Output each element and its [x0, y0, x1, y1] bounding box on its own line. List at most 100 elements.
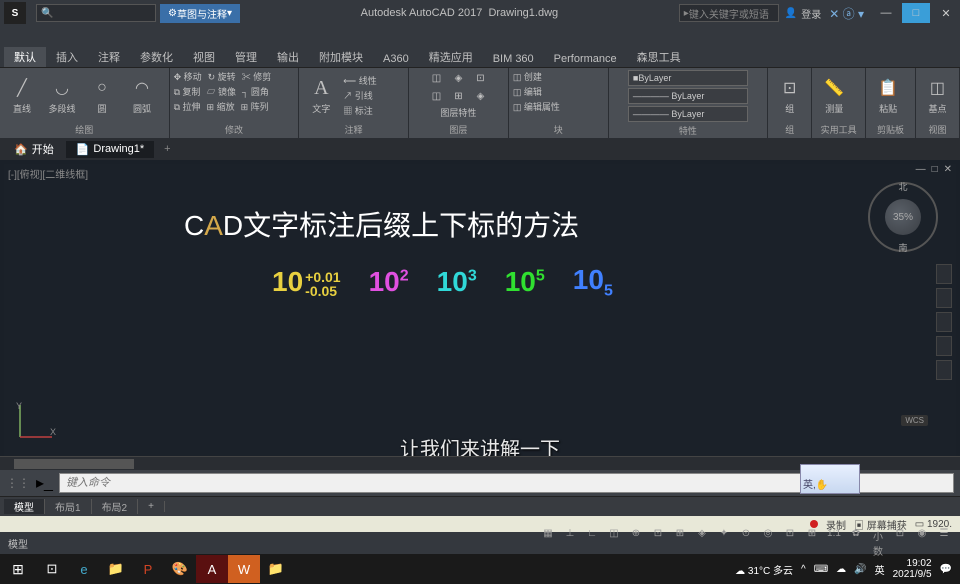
ribbon-tab[interactable]: 视图: [183, 47, 225, 67]
ribbon-tab[interactable]: 参数化: [130, 47, 183, 67]
arc-tool[interactable]: ◠圆弧: [124, 74, 160, 118]
status-toggle[interactable]: ✦: [716, 528, 732, 558]
task-view-icon[interactable]: ⊡: [36, 555, 68, 583]
volume-icon[interactable]: 🔊: [854, 564, 866, 575]
status-toggle[interactable]: ◈: [694, 528, 710, 558]
ribbon-tab[interactable]: 插入: [46, 47, 88, 67]
status-toggle[interactable]: ⊥: [562, 528, 578, 558]
status-icons[interactable]: ▦⊥∟◫⊕⊡⊞◈✦⊙◎⊡⊞1:1✿小数⊡◉☰: [540, 528, 960, 558]
layer-prop-button[interactable]: 图层特性: [440, 106, 476, 119]
ribbon-tab[interactable]: 输出: [267, 47, 309, 67]
polyline-tool[interactable]: ◡多段线: [44, 74, 80, 118]
ppt-icon[interactable]: P: [132, 555, 164, 583]
fillet-tool[interactable]: ┐ 圆角: [242, 85, 269, 98]
status-toggle[interactable]: ✿: [848, 528, 864, 558]
mirror-tool[interactable]: ▱ 镜像: [207, 85, 237, 98]
array-tool[interactable]: ⊞ 阵列: [241, 100, 269, 113]
circle-tool[interactable]: ○圆: [84, 74, 120, 118]
status-toggle[interactable]: ⊡: [892, 528, 908, 558]
status-toggle[interactable]: ∟: [584, 528, 600, 558]
help-search-input[interactable]: ▸ 键入关键字或短语: [679, 4, 779, 22]
close-button[interactable]: ✕: [932, 3, 960, 23]
add-layout-button[interactable]: +: [138, 501, 165, 512]
app-logo-icon[interactable]: S: [4, 2, 26, 24]
layout1-tab[interactable]: 布局1: [45, 499, 92, 514]
new-tab-button[interactable]: +: [156, 143, 178, 155]
workspace-dropdown[interactable]: ⚙ 草图与注释 ▾: [160, 4, 240, 23]
status-toggle[interactable]: ⊙: [738, 528, 754, 558]
maximize-button[interactable]: □: [902, 3, 930, 23]
cmd-handle-icon[interactable]: ⋮⋮: [6, 476, 30, 490]
minimize-button[interactable]: —: [872, 3, 900, 23]
color-dropdown[interactable]: ■ ByLayer: [628, 70, 748, 86]
ribbon-tab[interactable]: 森思工具: [627, 47, 691, 67]
autocad-icon[interactable]: A: [196, 555, 228, 583]
status-toggle[interactable]: ⊞: [804, 528, 820, 558]
block-create[interactable]: ◫ 创建: [513, 70, 542, 83]
start-button[interactable]: ⊞: [0, 554, 36, 584]
text-tool[interactable]: A文字: [303, 74, 339, 118]
scale-tool[interactable]: ⊞ 缩放: [207, 100, 235, 113]
weather-widget[interactable]: ☁ 31°C 多云: [735, 562, 793, 577]
viewport-label[interactable]: [-][俯视][二维线框]: [8, 166, 88, 181]
lineweight-dropdown[interactable]: ———— ByLayer: [628, 106, 748, 122]
copy-tool[interactable]: ⧉ 复制: [174, 85, 201, 98]
measure-tool[interactable]: 📏测量: [816, 74, 852, 118]
move-tool[interactable]: ✥ 移动: [174, 70, 202, 83]
quick-access-search[interactable]: 🔍: [36, 4, 156, 22]
status-toggle[interactable]: ▦: [540, 528, 556, 558]
ribbon-tab[interactable]: A360: [373, 51, 419, 67]
clock[interactable]: 19:022021/9/5: [893, 558, 932, 580]
tray-up-icon[interactable]: ^: [801, 564, 806, 575]
status-toggle[interactable]: ◉: [914, 528, 930, 558]
ime-indicator[interactable]: 英, ✋: [800, 464, 860, 494]
table-tool[interactable]: ▦ 标注: [343, 104, 376, 117]
stretch-tool[interactable]: ⧉ 拉伸: [174, 100, 201, 113]
block-attr[interactable]: ◫ 编辑属性: [513, 100, 560, 113]
group-tool[interactable]: ⊡组: [772, 74, 807, 118]
linetype-dropdown[interactable]: ———— ByLayer: [628, 88, 748, 104]
system-tray[interactable]: ☁ 31°C 多云 ^ ⌨ ☁ 🔊 英 19:022021/9/5 💬: [735, 558, 960, 580]
layout2-tab[interactable]: 布局2: [92, 499, 139, 514]
status-toggle[interactable]: ⊕: [628, 528, 644, 558]
model-tab[interactable]: 模型: [4, 499, 45, 514]
block-edit[interactable]: ◫ 编辑: [513, 85, 542, 98]
status-toggle[interactable]: ◎: [760, 528, 776, 558]
status-toggle[interactable]: 小数: [870, 528, 886, 558]
status-toggle[interactable]: ⊞: [672, 528, 688, 558]
onedrive-icon[interactable]: ☁: [836, 564, 846, 575]
mdi-controls[interactable]: —□✕: [916, 164, 952, 175]
drawing-canvas[interactable]: [-][俯视][二维线框] —□✕ 35% 北 南 WCS YX CAD文字标注…: [0, 160, 960, 470]
folder-icon[interactable]: 📁: [260, 555, 292, 583]
ime-icon[interactable]: ⌨: [814, 564, 828, 575]
ribbon-tab[interactable]: Performance: [544, 51, 627, 67]
status-toggle[interactable]: ⊡: [782, 528, 798, 558]
drawing-tab[interactable]: 📄 Drawing1*: [66, 141, 154, 158]
view-cube[interactable]: 35% 北 南: [868, 182, 938, 252]
cloud-icon[interactable]: ✕ ⓐ ▾: [829, 5, 864, 22]
navigation-bar[interactable]: [936, 264, 952, 380]
layer-icon[interactable]: ◫: [426, 70, 446, 86]
status-toggle[interactable]: ◫: [606, 528, 622, 558]
ribbon-tab[interactable]: 附加模块: [309, 47, 373, 67]
wps-icon[interactable]: W: [228, 555, 260, 583]
status-toggle[interactable]: 1:1: [826, 528, 842, 558]
model-button[interactable]: 模型: [0, 536, 36, 551]
app-icon[interactable]: 🎨: [164, 555, 196, 583]
trim-tool[interactable]: ✂ 修剪: [242, 70, 272, 83]
start-tab[interactable]: 🏠 开始: [4, 139, 64, 159]
status-toggle[interactable]: ☰: [936, 528, 952, 558]
leader-tool[interactable]: ↗ 引线: [343, 89, 376, 102]
notification-icon[interactable]: 💬: [940, 564, 952, 575]
ribbon-tab[interactable]: BIM 360: [483, 51, 544, 67]
linear-dim-tool[interactable]: ⟵ 线性: [343, 74, 376, 87]
lang-icon[interactable]: 英: [875, 562, 885, 577]
paste-tool[interactable]: 📋粘贴: [870, 74, 906, 118]
status-toggle[interactable]: ⊡: [650, 528, 666, 558]
ribbon-tab[interactable]: 注释: [88, 47, 130, 67]
explorer-icon[interactable]: 📁: [100, 555, 132, 583]
ribbon-tab[interactable]: 管理: [225, 47, 267, 67]
line-tool[interactable]: ╱直线: [4, 74, 40, 118]
rotate-tool[interactable]: ↻ 旋转: [208, 70, 236, 83]
edge-icon[interactable]: e: [68, 555, 100, 583]
